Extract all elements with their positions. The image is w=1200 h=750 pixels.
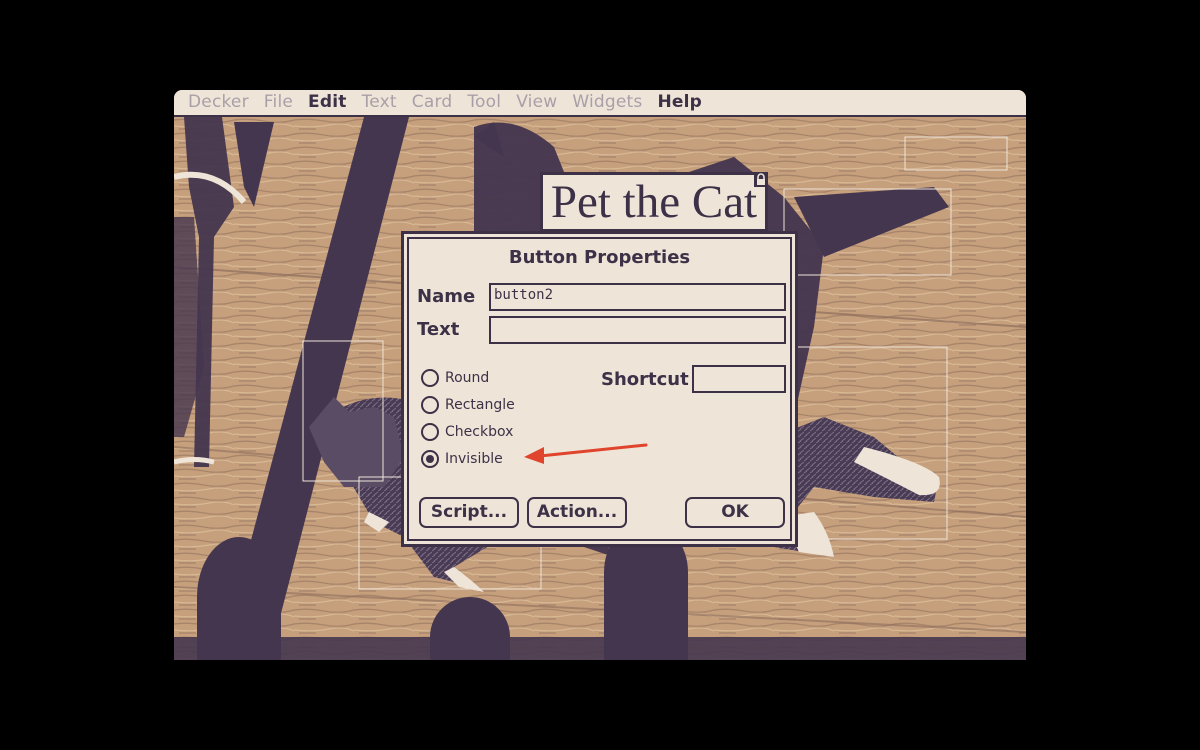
menu-view[interactable]: View — [516, 90, 557, 116]
dialog-frame: Button Properties Name button2 Text Shor… — [407, 237, 792, 541]
text-input[interactable] — [489, 316, 786, 344]
radio-checkbox[interactable] — [421, 423, 439, 441]
ok-button[interactable]: OK — [685, 497, 785, 528]
menu-widgets[interactable]: Widgets — [572, 90, 642, 116]
style-rectangle-option[interactable]: Rectangle — [421, 394, 515, 416]
action-button[interactable]: Action... — [527, 497, 627, 528]
script-button[interactable]: Script... — [419, 497, 519, 528]
menu-text[interactable]: Text — [362, 90, 397, 116]
button-properties-dialog: Button Properties Name button2 Text Shor… — [401, 231, 798, 547]
menu-help[interactable]: Help — [657, 90, 702, 116]
name-label: Name — [417, 286, 476, 307]
dialog-title: Button Properties — [508, 247, 691, 268]
style-checkbox-option[interactable]: Checkbox — [421, 421, 513, 443]
lock-icon — [754, 172, 768, 187]
menu-tool[interactable]: Tool — [467, 90, 501, 116]
menu-card[interactable]: Card — [412, 90, 453, 116]
radio-invisible[interactable] — [421, 450, 439, 468]
radio-invisible-label: Invisible — [445, 451, 503, 467]
radio-round-label: Round — [445, 370, 490, 386]
menu-decker[interactable]: Decker — [188, 90, 249, 116]
text-label: Text — [417, 319, 460, 340]
radio-checkbox-label: Checkbox — [445, 424, 514, 440]
menu-bar: Decker File Edit Text Card Tool View Wid… — [174, 90, 1026, 117]
shortcut-input[interactable] — [692, 365, 786, 393]
radio-rectangle[interactable] — [421, 396, 439, 414]
menu-file[interactable]: File — [264, 90, 293, 116]
style-invisible-option[interactable]: Invisible — [421, 448, 503, 470]
decker-window: Decker File Edit Text Card Tool View Wid… — [174, 90, 1026, 660]
radio-rectangle-label: Rectangle — [445, 397, 515, 413]
shortcut-label: Shortcut — [601, 369, 689, 390]
annotation-arrow-icon — [524, 443, 648, 464]
name-input[interactable]: button2 — [489, 283, 786, 311]
style-round-option[interactable]: Round — [421, 367, 489, 389]
radio-round[interactable] — [421, 369, 439, 387]
card-title-field[interactable]: Pet the Cat — [540, 172, 768, 232]
menu-edit[interactable]: Edit — [308, 90, 347, 116]
